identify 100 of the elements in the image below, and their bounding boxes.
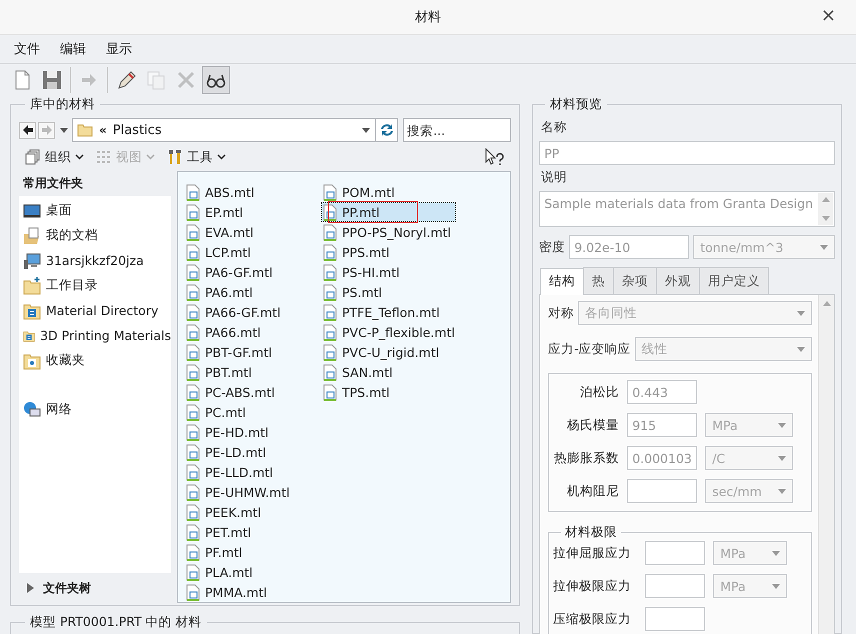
pages-icon: [25, 149, 41, 165]
field-label: 名称: [540, 118, 568, 136]
file-item[interactable]: PC-ABS.mtl: [184, 382, 319, 402]
file-item[interactable]: TPS.mtl: [321, 382, 456, 402]
organize-menu-button[interactable]: 组织: [25, 148, 84, 166]
scroll-up-icon[interactable]: [822, 197, 830, 202]
file-icon: [185, 464, 201, 480]
group-title: 材料预览: [549, 96, 604, 113]
file-item[interactable]: ABS.mtl: [184, 182, 319, 202]
documents-icon: [23, 226, 41, 244]
sidebar-item[interactable]: 桌面: [19, 198, 171, 223]
file-item[interactable]: PVC-U_rigid.mtl: [321, 342, 456, 362]
tab[interactable]: 用户定义: [699, 267, 770, 294]
file-item[interactable]: PE-UHMW.mtl: [184, 482, 319, 502]
menu-item[interactable]: 文件: [6, 38, 48, 60]
file-icon: [322, 384, 338, 400]
back-arrow-icon: [22, 124, 34, 136]
file-item[interactable]: LCP.mtl: [184, 242, 319, 262]
file-item[interactable]: PF.mtl: [184, 542, 319, 562]
address-bar[interactable]: « Plastics: [72, 118, 376, 142]
file-item[interactable]: PS.mtl: [321, 282, 456, 302]
help-cursor-icon[interactable]: [485, 148, 506, 166]
folder-icon: [23, 352, 41, 370]
sidebar-item[interactable]: 3D Printing Materials: [19, 323, 171, 348]
file-item[interactable]: PS-HI.mtl: [321, 262, 456, 282]
field-label: 密度: [539, 238, 566, 256]
file-icon: [322, 224, 338, 240]
caret-icon[interactable]: [362, 128, 370, 132]
tab[interactable]: 外观: [656, 267, 700, 294]
tab[interactable]: 热: [583, 267, 614, 294]
file-item[interactable]: PE-LD.mtl: [184, 442, 319, 462]
file-item[interactable]: SAN.mtl: [321, 362, 456, 382]
search-field[interactable]: 搜索...: [403, 118, 512, 142]
value-field[interactable]: [645, 574, 706, 598]
file-item[interactable]: EP.mtl: [184, 202, 319, 222]
file-item[interactable]: PP.mtl: [321, 202, 456, 222]
file-item[interactable]: PE-HD.mtl: [184, 422, 319, 442]
sidebar-item[interactable]: 收藏夹: [19, 348, 171, 373]
file-item[interactable]: PC.mtl: [184, 402, 319, 422]
file-item[interactable]: PBT-GF.mtl: [184, 342, 319, 362]
file-icon: [185, 444, 201, 460]
sidebar-item[interactable]: 网络: [19, 397, 171, 422]
caret-icon: [778, 422, 786, 428]
tools-icon: [167, 149, 183, 165]
sidebar-item[interactable]: 31arsjkkzf20jza: [19, 248, 171, 273]
file-icon: [322, 344, 338, 360]
value-field[interactable]: [645, 541, 706, 565]
forward-arrow-icon: [40, 124, 52, 136]
file-icon: [322, 364, 338, 380]
folder-tree-toggle[interactable]: 文件夹树: [19, 573, 171, 603]
file-item[interactable]: PTFE_Teflon.mtl: [321, 302, 456, 322]
breadcrumb[interactable]: Plastics: [112, 122, 356, 138]
tab[interactable]: 杂项: [613, 267, 658, 294]
network-icon: [23, 400, 41, 418]
file-item[interactable]: PMMA.mtl: [184, 582, 319, 602]
value-field[interactable]: [627, 479, 698, 503]
file-item[interactable]: PLA.mtl: [184, 562, 319, 582]
file-item[interactable]: PA66-GF.mtl: [184, 302, 319, 322]
sidebar-item[interactable]: Material Directory: [19, 298, 171, 323]
file-icon: [185, 384, 201, 400]
scroll-down-icon[interactable]: [822, 216, 830, 221]
file-item[interactable]: PE-LLD.mtl: [184, 462, 319, 482]
tab[interactable]: 结构: [540, 268, 584, 295]
file-item[interactable]: PPS.mtl: [321, 242, 456, 262]
refresh-button[interactable]: [376, 118, 398, 142]
scrollbar[interactable]: [818, 295, 834, 634]
scrollbar[interactable]: [818, 193, 833, 225]
file-icon: [185, 424, 201, 440]
close-button[interactable]: ×: [820, 7, 836, 25]
caret-icon: [772, 584, 780, 588]
file-icon: [322, 264, 338, 280]
caret-icon[interactable]: [60, 128, 68, 132]
field-label: 拉伸极限应力: [553, 578, 632, 594]
file-item[interactable]: PA66.mtl: [184, 322, 319, 342]
sidebar-item[interactable]: 工作目录: [19, 273, 171, 298]
file-item[interactable]: PVC-P_flexible.mtl: [321, 322, 456, 342]
tools-menu-button[interactable]: 工具: [167, 148, 226, 166]
caret-icon: [797, 346, 805, 352]
delete-icon: [175, 69, 197, 91]
file-item[interactable]: PEEK.mtl: [184, 502, 319, 522]
menu-item[interactable]: 显示: [98, 38, 140, 60]
file-item[interactable]: PPO-PS_Noryl.mtl: [321, 222, 456, 242]
view-tool-button[interactable]: [202, 66, 230, 94]
back-button[interactable]: [19, 122, 36, 138]
file-icon: [185, 564, 201, 580]
file-item[interactable]: PET.mtl: [184, 522, 319, 542]
field-label: 压缩极限应力: [553, 610, 632, 628]
file-item[interactable]: PA6-GF.mtl: [184, 262, 319, 282]
breadcrumb-prefix[interactable]: «: [99, 123, 107, 137]
group-title: 库中的材料: [29, 96, 96, 113]
scroll-up-icon[interactable]: [822, 301, 830, 306]
file-item[interactable]: POM.mtl: [321, 182, 456, 202]
file-item[interactable]: PA6.mtl: [184, 282, 319, 302]
group-title: 材料极限: [564, 524, 618, 541]
value-field[interactable]: [645, 607, 706, 631]
file-icon: [185, 484, 201, 500]
menu-item[interactable]: 编辑: [52, 38, 94, 60]
sidebar-item[interactable]: 我的文档: [19, 223, 171, 248]
file-item[interactable]: PBT.mtl: [184, 362, 319, 382]
file-item[interactable]: EVA.mtl: [184, 222, 319, 242]
